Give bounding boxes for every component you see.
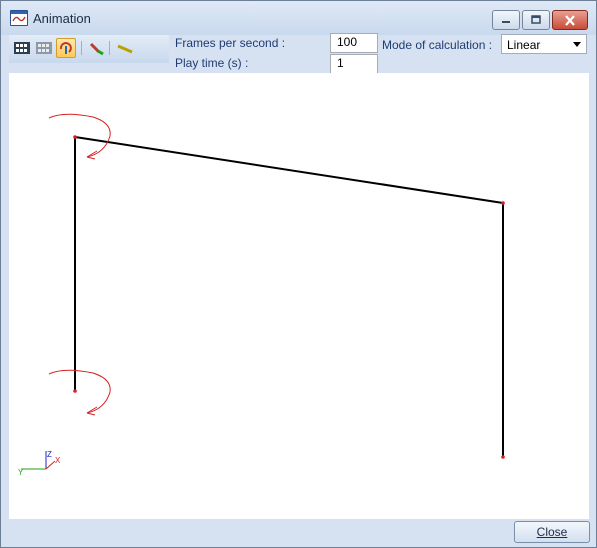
fps-input[interactable]: 100 <box>330 33 378 53</box>
color-pen-icon[interactable] <box>87 38 107 58</box>
rotation-mode-icon[interactable] <box>56 38 76 58</box>
mode-selected-value: Linear <box>507 38 541 52</box>
film-stop-icon[interactable] <box>34 38 54 58</box>
animation-viewport[interactable]: Z Y X <box>9 73 589 519</box>
fps-label: Frames per second : <box>175 36 286 50</box>
animation-app-icon <box>10 10 28 26</box>
close-button[interactable]: Close <box>514 521 590 543</box>
title-bar[interactable]: Animation <box>1 1 596 35</box>
animation-toolbar <box>9 35 169 63</box>
mode-label: Mode of calculation : <box>382 38 493 52</box>
playtime-input[interactable]: 1 <box>330 54 378 74</box>
close-icon <box>565 14 575 26</box>
restore-icon <box>531 15 541 24</box>
minimize-icon <box>502 21 510 23</box>
node-top-left <box>73 135 77 139</box>
close-window-button[interactable] <box>552 10 588 30</box>
beam <box>74 136 504 204</box>
toolbar-separator <box>109 41 110 55</box>
rotation-arrow-icon <box>48 369 111 416</box>
y-axis-label: Y <box>18 468 24 477</box>
chevron-down-icon <box>573 42 581 47</box>
toolbar-separator <box>81 41 82 55</box>
z-axis-label: Z <box>47 450 52 459</box>
maximize-button[interactable] <box>522 10 550 30</box>
window-title: Animation <box>33 11 91 26</box>
rotation-arrow-icon <box>48 113 111 160</box>
mode-dropdown[interactable]: Linear <box>501 34 587 54</box>
structure-view: Z Y X <box>18 113 505 477</box>
line-style-icon[interactable] <box>115 38 135 58</box>
axis-gizmo: Z Y X <box>18 450 61 477</box>
minimize-button[interactable] <box>492 10 520 30</box>
footer-bar <box>1 519 596 547</box>
animation-window: Animation Frames per second : 100 Play t… <box>0 0 597 548</box>
film-play-icon[interactable] <box>12 38 32 58</box>
x-axis-label: X <box>55 456 61 465</box>
playtime-label: Play time (s) : <box>175 56 249 70</box>
node-base-right <box>501 455 505 459</box>
node-top-right <box>501 201 505 205</box>
node-base-left <box>73 389 77 393</box>
x-axis-line <box>45 460 56 470</box>
